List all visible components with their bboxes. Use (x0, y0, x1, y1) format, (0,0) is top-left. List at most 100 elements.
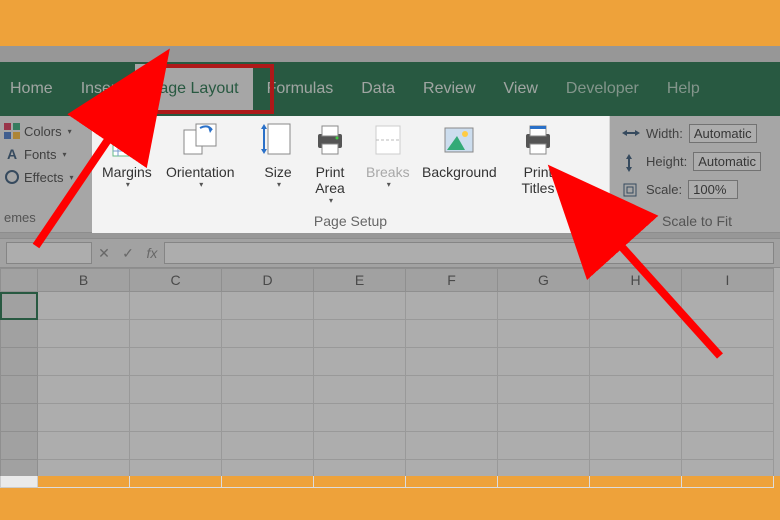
cell[interactable] (314, 404, 406, 432)
row-header[interactable] (0, 404, 38, 432)
cell[interactable] (406, 320, 498, 348)
cell[interactable] (38, 432, 130, 460)
breaks-button[interactable]: Breaks ▾ (366, 120, 410, 189)
cell[interactable] (222, 292, 314, 320)
cell[interactable] (130, 460, 222, 488)
tab-page-layout[interactable]: Page Layout (135, 64, 253, 114)
cell[interactable] (130, 292, 222, 320)
height-field[interactable]: Automatic (693, 152, 761, 171)
tab-help[interactable]: Help (653, 64, 714, 114)
cell[interactable] (682, 348, 774, 376)
tab-formulas[interactable]: Formulas (253, 64, 348, 114)
page-setup-dialog-launcher[interactable]: ↘ (589, 213, 603, 227)
insert-function-button[interactable]: fx (140, 245, 164, 261)
cell[interactable] (590, 320, 682, 348)
cell[interactable] (222, 432, 314, 460)
cell[interactable] (38, 460, 130, 488)
column-header[interactable]: C (130, 268, 222, 292)
margins-button[interactable]: Margins ▾ (102, 120, 152, 189)
orientation-button[interactable]: Orientation ▾ (166, 120, 234, 189)
column-header[interactable]: F (406, 268, 498, 292)
tab-insert[interactable]: Insert (67, 64, 135, 114)
themes-fonts-button[interactable]: A Fonts ▾ (4, 146, 67, 162)
cell[interactable] (682, 292, 774, 320)
column-header[interactable]: D (222, 268, 314, 292)
row-header[interactable] (0, 460, 38, 488)
cell[interactable] (314, 376, 406, 404)
cell[interactable] (590, 432, 682, 460)
select-all-corner[interactable] (0, 268, 38, 292)
cell[interactable] (130, 348, 222, 376)
cell[interactable] (682, 320, 774, 348)
cell[interactable] (406, 404, 498, 432)
cell[interactable] (38, 376, 130, 404)
width-field[interactable]: Automatic (689, 124, 757, 143)
cell[interactable] (406, 376, 498, 404)
row-header[interactable] (0, 432, 38, 460)
themes-colors-button[interactable]: Colors ▾ (4, 123, 72, 139)
cell[interactable] (498, 404, 590, 432)
selected-cell[interactable] (0, 292, 38, 320)
enter-formula-icon[interactable]: ✓ (116, 245, 140, 262)
column-header[interactable]: I (682, 268, 774, 292)
cell[interactable] (38, 320, 130, 348)
cell[interactable] (314, 292, 406, 320)
cell[interactable] (130, 320, 222, 348)
cell[interactable] (590, 404, 682, 432)
cell[interactable] (314, 432, 406, 460)
worksheet-grid[interactable]: BCDEFGHI (0, 268, 780, 476)
cell[interactable] (222, 348, 314, 376)
cell[interactable] (590, 292, 682, 320)
cell[interactable] (498, 432, 590, 460)
cell[interactable] (222, 460, 314, 488)
cell[interactable] (682, 376, 774, 404)
cell[interactable] (38, 348, 130, 376)
cell[interactable] (682, 460, 774, 488)
tab-home[interactable]: Home (0, 64, 67, 114)
cell[interactable] (314, 320, 406, 348)
cell[interactable] (498, 348, 590, 376)
tab-view[interactable]: View (490, 64, 552, 114)
cell[interactable] (498, 460, 590, 488)
cell[interactable] (590, 376, 682, 404)
cell[interactable] (406, 348, 498, 376)
cell[interactable] (130, 404, 222, 432)
cell[interactable] (222, 320, 314, 348)
tab-data[interactable]: Data (347, 64, 409, 114)
row-header[interactable] (0, 376, 38, 404)
cell[interactable] (222, 404, 314, 432)
background-button[interactable]: Background (422, 120, 497, 180)
formula-input[interactable] (164, 242, 774, 264)
cell[interactable] (38, 292, 130, 320)
cell[interactable] (590, 460, 682, 488)
column-header[interactable]: B (38, 268, 130, 292)
cell[interactable] (590, 348, 682, 376)
cell[interactable] (314, 460, 406, 488)
cancel-formula-icon[interactable]: ✕ (92, 245, 116, 262)
column-header[interactable]: E (314, 268, 406, 292)
cell[interactable] (682, 432, 774, 460)
row-header[interactable] (0, 320, 38, 348)
cell[interactable] (222, 376, 314, 404)
cell[interactable] (38, 404, 130, 432)
print-titles-button[interactable]: Print Titles (518, 120, 558, 196)
cell[interactable] (406, 432, 498, 460)
themes-effects-button[interactable]: Effects ▾ (4, 169, 74, 185)
name-box[interactable] (6, 242, 92, 264)
cell[interactable] (498, 376, 590, 404)
column-header[interactable]: H (590, 268, 682, 292)
column-header[interactable]: G (498, 268, 590, 292)
cell[interactable] (130, 432, 222, 460)
cell[interactable] (498, 320, 590, 348)
cell[interactable] (406, 460, 498, 488)
row-header[interactable] (0, 348, 38, 376)
cell[interactable] (682, 404, 774, 432)
tab-developer[interactable]: Developer (552, 64, 653, 114)
print-area-button[interactable]: Print Area ▾ (310, 120, 350, 205)
tab-review[interactable]: Review (409, 64, 489, 114)
cell[interactable] (130, 376, 222, 404)
cell[interactable] (314, 348, 406, 376)
cell[interactable] (498, 292, 590, 320)
cell[interactable] (406, 292, 498, 320)
scale-field[interactable]: 100% (688, 180, 738, 199)
